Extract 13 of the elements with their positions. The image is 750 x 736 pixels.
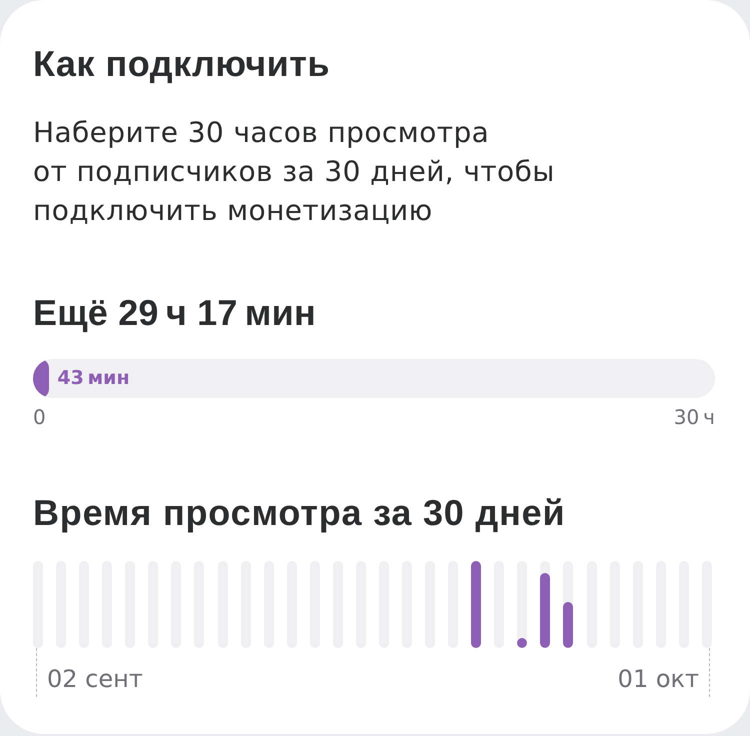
scale-start-label: 0: [33, 406, 46, 429]
chart-title: Время просмотра за 30 дней: [33, 491, 566, 534]
axis-tick-line: [709, 648, 710, 697]
remaining-time-heading: Ещё 29 ч 17 мин: [33, 291, 316, 334]
axis-end-label: 01 окт: [618, 665, 699, 694]
progress-value-label: 43 мин: [57, 367, 130, 390]
axis-start-label: 02 сент: [47, 665, 143, 694]
axis-tick-line: [36, 648, 37, 697]
chart-bar: [563, 602, 574, 648]
chart-bar: [517, 638, 528, 648]
description-text: Наберите 30 часов просмотра от подписчиков за 30 дней, чтобы подключить монетизацию: [33, 115, 555, 229]
section-title: Как подключить: [33, 43, 330, 85]
scale-end-label: 30 ч: [674, 406, 715, 429]
